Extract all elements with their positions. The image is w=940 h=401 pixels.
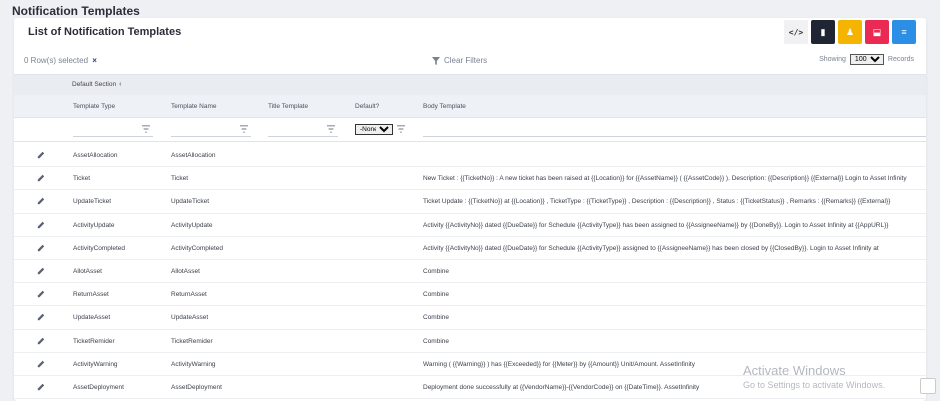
export-icon: ⬓ — [872, 26, 882, 37]
body-template-cell: Combine — [423, 314, 450, 322]
template-type-cell: AssetAllocation — [73, 152, 118, 159]
page-title: Notification Templates — [12, 4, 140, 18]
table-row[interactable]: UpdateAsset UpdateAsset Combine — [14, 306, 926, 330]
template-type-cell: UpdateAsset — [73, 314, 111, 322]
table-row[interactable]: ReturnAsset ReturnAsset Combine — [14, 283, 926, 307]
body-template-cell: New Ticket : {{TicketNo}} : A new ticket… — [423, 175, 907, 183]
header-template-type[interactable]: Template Type — [73, 103, 115, 110]
toolbar: </> ▮ ♟ ⬓ ≡ — [784, 20, 916, 44]
template-name-cell: ActivityWarning — [171, 360, 216, 368]
showing-label: Showing — [819, 56, 846, 63]
table-row[interactable]: UpdateTicket UpdateTicket Ticket Update … — [14, 190, 926, 214]
funnel-icon[interactable] — [240, 125, 248, 133]
funnel-icon[interactable] — [397, 125, 405, 133]
template-type-cell: AssetDeployment — [73, 383, 124, 391]
user-button[interactable]: ♟ — [838, 20, 862, 44]
group-row: Default Section ‹ — [14, 74, 926, 95]
code-button[interactable]: </> — [784, 20, 808, 44]
default-filter-select[interactable]: -None- — [355, 124, 393, 135]
pencil-icon[interactable] — [37, 360, 45, 368]
template-name-cell: AssetAllocation — [171, 152, 216, 159]
clear-filters-label: Clear Filters — [444, 56, 488, 65]
body-template-filter[interactable] — [423, 124, 926, 137]
selection-status: 0 Row(s) selected × — [24, 56, 97, 65]
header-title-template[interactable]: Title Template — [268, 103, 308, 110]
table-body: AssetAllocation AssetAllocation Ticket T… — [14, 144, 926, 400]
table-row[interactable]: ActivityCompleted ActivityCompleted Acti… — [14, 237, 926, 260]
page-size-control: Showing 100 Records — [819, 54, 914, 65]
header-body-template[interactable]: Body Template — [423, 103, 466, 110]
template-name-cell: TicketRemider — [171, 337, 213, 345]
template-name-cell: AssetDeployment — [171, 383, 222, 391]
template-name-cell: AllotAsset — [171, 267, 200, 275]
body-template-cell: Deployment done successfully at {{Vendor… — [423, 383, 700, 391]
template-type-cell: TicketRemider — [73, 337, 115, 345]
template-name-filter[interactable] — [171, 124, 251, 137]
user-icon: ♟ — [845, 26, 855, 37]
pencil-icon[interactable] — [37, 290, 45, 298]
list-button[interactable]: ≡ — [892, 20, 916, 44]
card-title: List of Notification Templates — [28, 26, 182, 38]
pencil-icon[interactable] — [37, 383, 45, 391]
pencil-icon[interactable] — [37, 174, 45, 182]
table-row[interactable]: ActivityWarning ActivityWarning Warning … — [14, 353, 926, 376]
template-type-cell: Ticket — [73, 175, 91, 183]
group-label: Default Section — [72, 81, 117, 88]
template-name-cell: UpdateAsset — [171, 314, 209, 322]
body-template-cell: Activity {{ActivityNo}} dated {{DueDate}… — [423, 221, 889, 229]
template-name-cell: ActivityCompleted — [171, 244, 224, 252]
template-type-cell: ActivityUpdate — [73, 221, 115, 229]
selection-count: 0 Row(s) selected — [24, 56, 89, 65]
table-row[interactable]: AllotAsset AllotAsset Combine — [14, 260, 926, 284]
header-template-name[interactable]: Template Name — [171, 103, 217, 110]
template-type-cell: ActivityWarning — [73, 360, 118, 368]
template-type-cell: ReturnAsset — [73, 291, 109, 299]
pencil-icon[interactable] — [37, 337, 45, 345]
pencil-icon[interactable] — [37, 151, 45, 159]
table-row[interactable]: Ticket Ticket New Ticket : {{TicketNo}} … — [14, 167, 926, 191]
template-name-cell: UpdateTicket — [171, 198, 210, 206]
clear-filters-button[interactable]: Clear Filters — [432, 56, 487, 65]
body-template-cell: Warning ( {{Warning}} ) has {{Exceeded}}… — [423, 360, 695, 368]
templates-card: List of Notification Templates </> ▮ ♟ ⬓… — [14, 18, 926, 401]
template-type-filter[interactable] — [73, 124, 153, 137]
records-label: Records — [887, 56, 914, 63]
document-icon: ▮ — [820, 26, 826, 37]
filter-row: -None- — [14, 118, 926, 142]
table-row[interactable]: ActivityUpdate ActivityUpdate Activity {… — [14, 214, 926, 237]
pencil-icon[interactable] — [37, 267, 45, 275]
export-button[interactable]: ⬓ — [865, 20, 889, 44]
funnel-icon[interactable] — [327, 125, 335, 133]
pencil-icon[interactable] — [37, 244, 45, 252]
pencil-icon[interactable] — [37, 313, 45, 321]
scroll-button[interactable] — [920, 378, 936, 394]
template-type-cell: ActivityCompleted — [73, 244, 126, 252]
table-row[interactable]: AssetDeployment AssetDeployment Deployme… — [14, 376, 926, 400]
code-icon: </> — [788, 27, 804, 37]
body-template-cell: Ticket Update : {{TicketNo}} at {{Locati… — [423, 198, 891, 206]
pencil-icon[interactable] — [37, 221, 45, 229]
chevron-left-icon[interactable]: ‹ — [119, 81, 121, 88]
funnel-icon[interactable] — [142, 125, 150, 133]
table-row[interactable]: AssetAllocation AssetAllocation — [14, 144, 926, 168]
template-type-cell: UpdateTicket — [73, 198, 112, 206]
funnel-icon — [432, 56, 440, 65]
template-type-cell: AllotAsset — [73, 267, 102, 275]
list-icon: ≡ — [901, 27, 907, 37]
template-name-cell: Ticket — [171, 175, 189, 183]
body-template-cell: Combine — [423, 267, 450, 275]
header-default[interactable]: Default? — [355, 103, 379, 110]
table-row[interactable]: TicketRemider TicketRemider Combine — [14, 330, 926, 353]
body-template-cell: Activity {{ActivityNo}} dated {{DueDate}… — [423, 244, 879, 252]
clear-selection-icon[interactable]: × — [92, 56, 97, 65]
template-name-cell: ReturnAsset — [171, 291, 207, 299]
pencil-icon[interactable] — [37, 197, 45, 205]
body-template-cell: Combine — [423, 337, 450, 345]
body-template-cell: Combine — [423, 291, 450, 299]
template-name-cell: ActivityUpdate — [171, 221, 213, 229]
table-header: Template Type Template Name Title Templa… — [14, 95, 926, 118]
page-size-select[interactable]: 100 — [849, 54, 884, 65]
document-button[interactable]: ▮ — [811, 20, 835, 44]
group-chip[interactable]: Default Section ‹ — [72, 81, 121, 88]
